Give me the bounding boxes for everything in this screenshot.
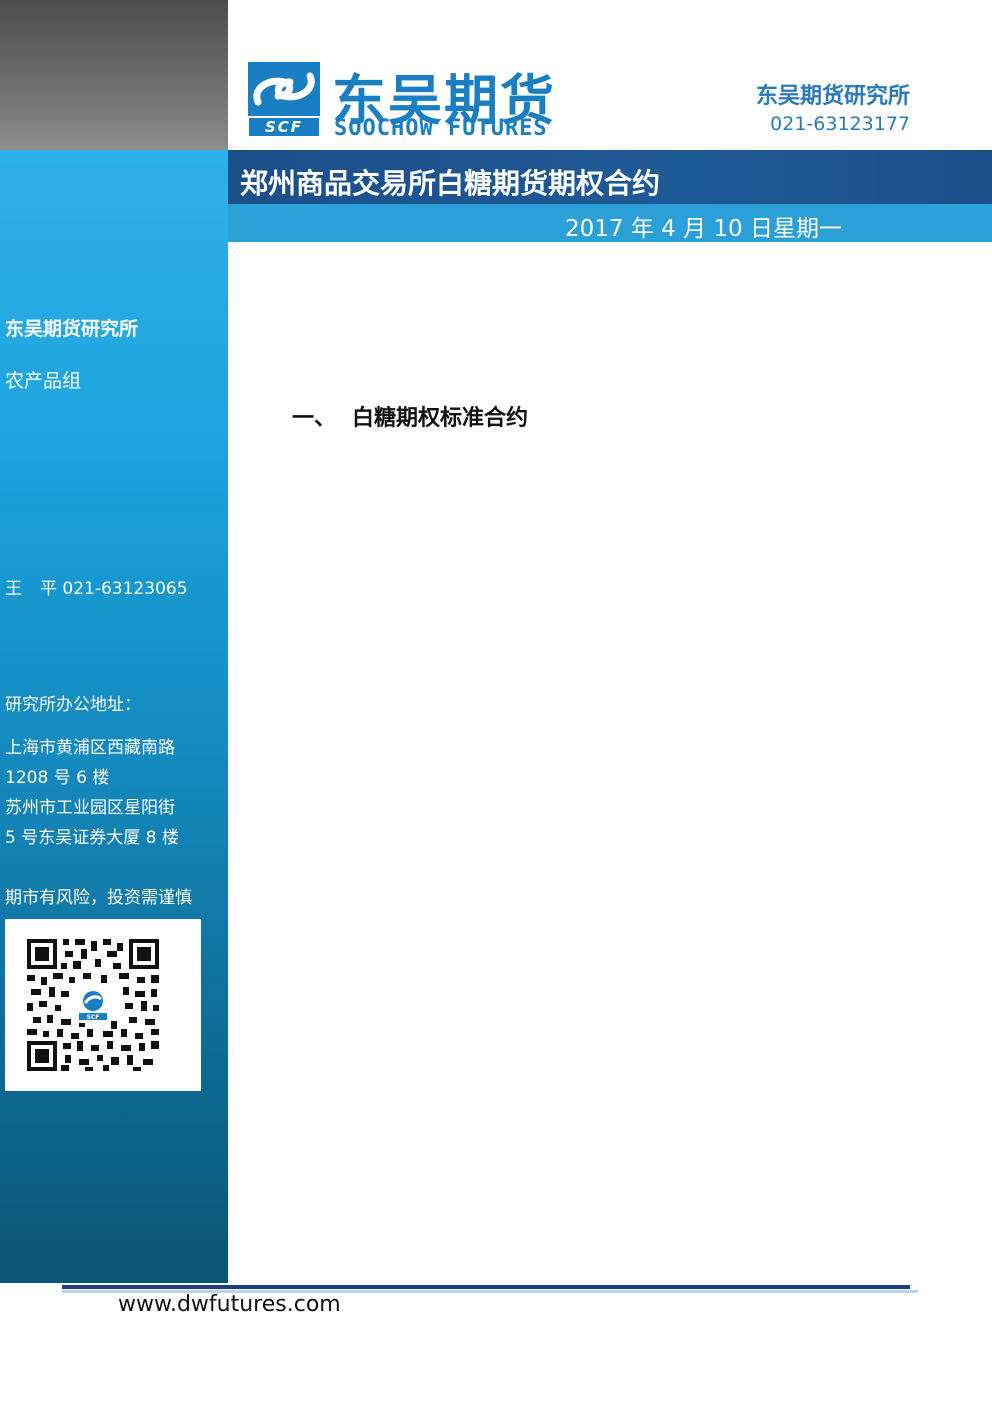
address-line: 1208 号 6 楼 [5, 768, 110, 788]
section-title: 白糖期权标准合约 [352, 406, 529, 431]
qr-code-icon: SCF [25, 937, 161, 1073]
contact-phone: 021-63123065 [62, 579, 188, 599]
contact-name-2: 平 [40, 579, 57, 599]
contact-name-1: 王 [5, 579, 22, 599]
logo-english-name: SOOCHOW FUTURES [334, 116, 548, 141]
section-number: 一、 [292, 406, 337, 431]
address-label: 研究所办公地址： [5, 695, 141, 715]
report-date: 2017 年 4 月 10 日星期一 [565, 216, 842, 242]
sidebar-top-panel [0, 0, 228, 150]
sidebar-group: 农产品组 [5, 370, 82, 392]
company-logo: SCF 东吴期货 SOOCHOW FUTURES [248, 62, 588, 142]
qr-logo-text: SCF [87, 1014, 100, 1021]
footer-website[interactable]: www.dwfutures.com [118, 1292, 341, 1317]
address-line: 5 号东吴证券大厦 8 楼 [5, 828, 179, 848]
risk-notice: 期市有风险，投资需谨慎 [5, 888, 192, 908]
logo-scf: SCF [249, 118, 319, 136]
address-line: 上海市黄浦区西藏南路 [5, 738, 175, 758]
address-line: 苏州市工业园区星阳街 [5, 798, 175, 818]
institute-name: 东吴期货研究所 [755, 84, 910, 109]
institute-phone: 021-63123177 [770, 113, 910, 135]
sidebar-contact: 王平 021-63123065 [5, 574, 188, 599]
sidebar-department: 东吴期货研究所 [5, 318, 139, 340]
report-title: 郑州商品交易所白糖期货期权合约 [240, 167, 661, 200]
section-heading: 一、 白糖期权标准合约 [292, 400, 528, 432]
footer-divider [62, 1285, 910, 1289]
qr-code: SCF [5, 919, 201, 1091]
soochow-logo-icon [248, 62, 320, 116]
date-bar: 2017 年 4 月 10 日星期一 [228, 204, 992, 242]
title-bar: 郑州商品交易所白糖期货期权合约 [228, 150, 992, 204]
sidebar: 东吴期货研究所 农产品组 王平 021-63123065 研究所办公地址： 上海… [0, 150, 228, 1283]
